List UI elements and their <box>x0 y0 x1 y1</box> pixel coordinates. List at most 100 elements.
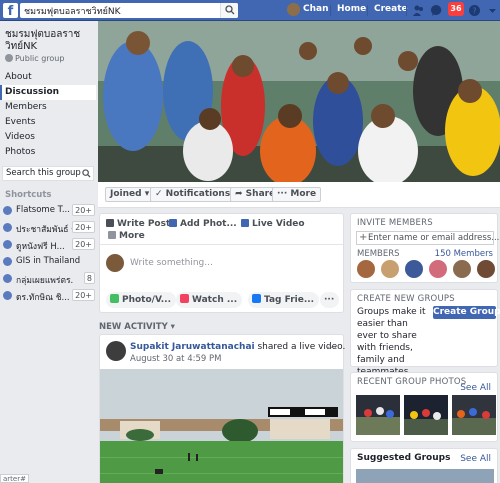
more-tab[interactable]: More <box>108 231 145 241</box>
shortcut-count: 20+ <box>72 238 95 250</box>
group-search-input[interactable]: Search this group <box>2 166 94 181</box>
friend-requests-icon[interactable] <box>412 4 425 17</box>
shortcut-count: 20+ <box>72 204 95 216</box>
more-options-button[interactable]: ··· <box>320 292 340 308</box>
create-groups-description: Groups make it easier than ever to share… <box>357 307 426 377</box>
sidebar-item-members[interactable]: Members <box>0 100 96 115</box>
member-avatar[interactable] <box>357 260 375 278</box>
shortcut-item[interactable]: GIS in Thailand <box>3 255 95 268</box>
suggested-group-cover[interactable] <box>356 469 494 483</box>
tab-label: Live Video <box>252 219 305 229</box>
group-photo-thumbnail[interactable] <box>452 395 496 435</box>
add-photo-tab[interactable]: Add Phot... <box>169 219 237 229</box>
group-title[interactable]: ชมรมฟุตบอลราชวิทย์NK <box>5 29 95 53</box>
recent-photos-heading: RECENT GROUP PHOTOS <box>357 377 467 387</box>
facebook-logo-icon[interactable]: f <box>3 3 18 19</box>
avatar[interactable] <box>106 341 126 361</box>
group-icon <box>3 291 12 300</box>
new-activity-sort[interactable]: NEW ACTIVITY ▾ <box>99 322 175 332</box>
composer-input[interactable]: Write something... <box>130 258 213 268</box>
group-photo-thumbnail[interactable] <box>404 395 448 435</box>
joined-button[interactable]: Joined ▾ <box>105 187 155 202</box>
video-icon <box>241 219 249 227</box>
group-icon <box>3 206 12 215</box>
photo-video-button[interactable]: Photo/V... <box>106 292 177 308</box>
left-sidebar: ชมรมฟุตบอลราชวิทย์NK Public group About … <box>0 21 98 483</box>
hashtag-tag[interactable]: arter# <box>0 474 29 483</box>
create-link[interactable]: Create <box>374 4 408 14</box>
shortcut-item[interactable]: ดร.ทักษิณ ชิ... 20+ <box>3 289 95 303</box>
group-icon <box>3 257 12 266</box>
group-icon <box>3 274 12 283</box>
pencil-icon <box>106 219 114 227</box>
watch-party-button[interactable]: Watch ... <box>176 292 243 308</box>
account-menu-icon[interactable] <box>486 4 499 17</box>
recent-photos-card: RECENT GROUP PHOTOS See All <box>350 372 498 442</box>
shortcut-label: ดร.ทักษิณ ชิ... <box>16 293 70 303</box>
notifications-badge[interactable]: 36 <box>448 2 464 16</box>
member-avatar[interactable] <box>381 260 399 278</box>
notifications-button[interactable]: ✓ Notifications <box>150 187 236 202</box>
suggested-groups-see-all-link[interactable]: See All <box>460 454 491 464</box>
avatar <box>287 3 300 16</box>
post-composer: Write Post Add Phot... Live Video More W… <box>99 213 344 313</box>
sidebar-item-videos[interactable]: Videos <box>0 130 96 145</box>
sidebar-item-about[interactable]: About <box>0 70 96 85</box>
create-group-button[interactable]: Create Group <box>433 306 500 319</box>
create-groups-heading: CREATE NEW GROUPS <box>357 294 455 304</box>
recent-photos-see-all-link[interactable]: See All <box>460 383 491 393</box>
post-author-link[interactable]: Supakit Jaruwattanachai <box>130 342 255 352</box>
suggested-groups-heading: Suggested Groups <box>357 453 451 463</box>
help-icon[interactable]: ? <box>468 4 481 17</box>
shortcut-item[interactable]: Flatsome T... 20+ <box>3 204 95 217</box>
search-input[interactable]: ชมรมฟุตบอลราชวิทย์NK <box>20 3 238 18</box>
write-post-tab[interactable]: Write Post <box>106 219 170 229</box>
more-icon <box>108 231 116 239</box>
shortcut-item[interactable]: กลุ่มเผยแพร่ตร... 8 <box>3 272 95 286</box>
member-avatar[interactable] <box>405 260 423 278</box>
video-frame-image <box>100 369 343 483</box>
search-icon[interactable] <box>82 169 91 178</box>
members-count-link[interactable]: 150 Members <box>435 249 493 259</box>
shortcuts-heading: Shortcuts <box>5 190 52 200</box>
shortcut-count: 8 <box>83 272 95 284</box>
search-input-value[interactable]: ชมรมฟุตบอลราชวิทย์NK <box>24 4 121 18</box>
sidebar-item-discussion[interactable]: Discussion <box>0 85 96 100</box>
shortcut-count: 20+ <box>72 221 95 233</box>
sidebar-item-events[interactable]: Events <box>0 115 96 130</box>
divider <box>100 244 343 245</box>
search-icon <box>225 5 235 15</box>
home-link[interactable]: Home <box>337 4 366 14</box>
search-button[interactable] <box>220 3 238 18</box>
invite-input-placeholder: Enter name or email address... <box>368 233 500 243</box>
member-avatar[interactable] <box>477 260 495 278</box>
cover-photo-image <box>98 21 500 182</box>
post-options-icon[interactable]: ··· <box>327 341 338 354</box>
more-button[interactable]: ··· More <box>272 187 322 202</box>
shortcut-count: 20+ <box>72 289 95 301</box>
photo-image <box>452 395 496 435</box>
group-photo-thumbnail[interactable] <box>356 395 400 435</box>
shortcut-label: ดูหนังฟรี H... <box>16 242 65 252</box>
messenger-icon[interactable] <box>430 4 443 17</box>
tab-label: Write Post <box>117 219 171 229</box>
group-cover-photo[interactable] <box>98 21 500 182</box>
invite-input[interactable]: + Enter name or email address... <box>356 231 499 245</box>
member-avatar[interactable] <box>453 260 471 278</box>
shortcut-item[interactable]: ประชาสัมพันธ์ รา...20+ <box>3 221 95 235</box>
tag-friends-button[interactable]: Tag Frie... <box>248 292 320 308</box>
live-video-player[interactable] <box>100 369 343 483</box>
avatar <box>106 254 124 272</box>
group-search-placeholder: Search this group <box>6 168 81 178</box>
invite-members-card: INVITE MEMBERS + Enter name or email add… <box>350 213 499 283</box>
members-heading: MEMBERS <box>357 249 400 259</box>
divider <box>330 5 331 16</box>
post-timestamp[interactable]: August 30 at 4:59 PM <box>130 354 221 364</box>
sidebar-item-photos[interactable]: Photos <box>0 145 96 160</box>
member-avatar[interactable] <box>429 260 447 278</box>
invite-members-heading: INVITE MEMBERS <box>357 218 433 228</box>
shortcut-item[interactable]: ดูหนังฟรี H... 20+ <box>3 238 95 252</box>
live-video-tab[interactable]: Live Video <box>241 219 305 229</box>
group-privacy-label: Public group <box>5 54 64 63</box>
shortcut-label: ประชาสัมพันธ์ รา... <box>16 225 74 235</box>
